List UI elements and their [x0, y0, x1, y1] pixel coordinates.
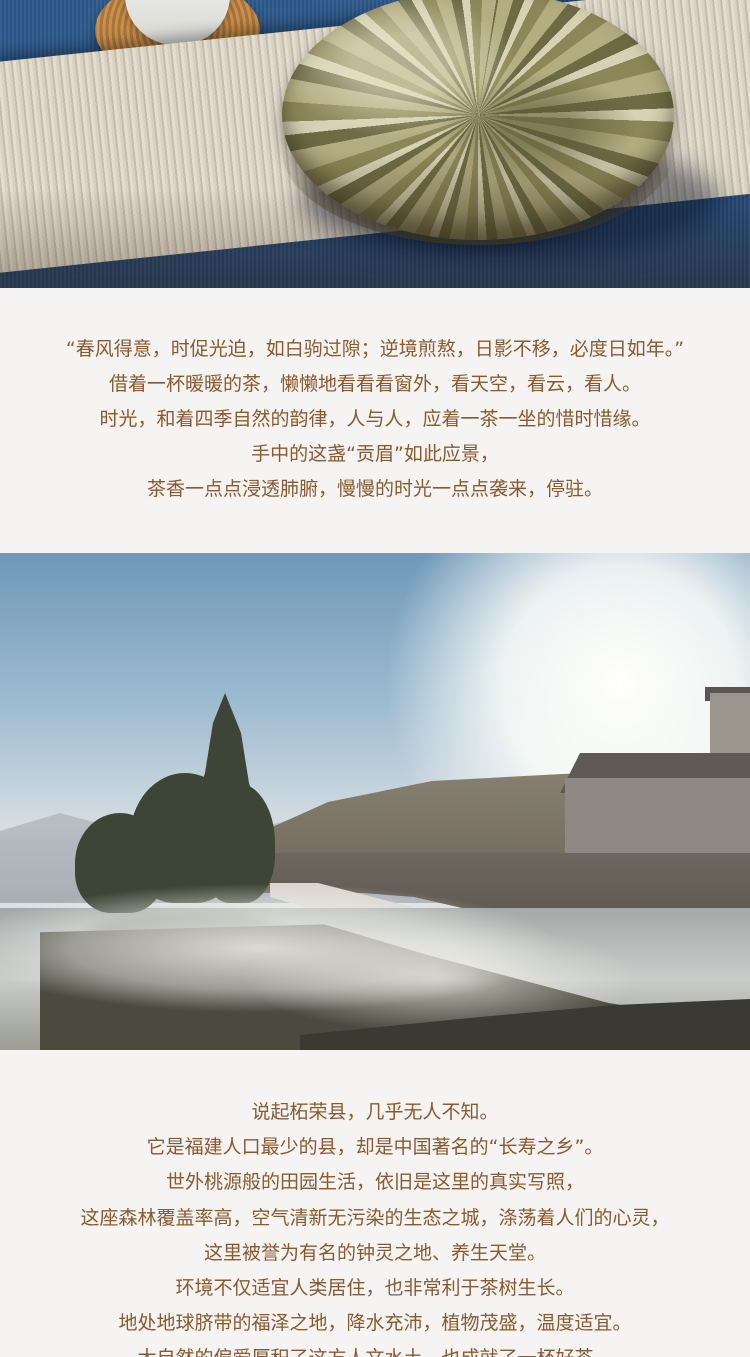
intro-line: 时光，和着四季自然的韵律，人与人，应着一茶一坐的惜时惜缘。 [99, 408, 651, 430]
intro-poem-block: “春风得意，时促光迫，如白驹过隙；逆境煎熬，日影不移，必度日如年。” 借着一杯暖… [0, 288, 750, 553]
house-wall [565, 778, 750, 863]
region-description-block: 说起柘荣县，几乎无人不知。 它是福建人口最少的县，却是中国著名的“长寿之乡”。 … [0, 1050, 750, 1357]
region-line: 大自然的偏爱厚积了这方人文水土，也成就了一杯好茶。 [0, 1341, 750, 1357]
region-line: 世外桃源般的田园生活，依旧是这里的真实写照， [165, 1171, 584, 1194]
region-line: 说起柘荣县，几乎无人不知。 [251, 1101, 499, 1123]
village-house [560, 687, 750, 863]
product-detail-page: “春风得意，时促光迫，如白驹过隙；逆境煎熬，日影不移，必度日如年。” 借着一杯暖… [0, 0, 750, 1357]
intro-line: 手中的这盏“贡眉”如此应景， [251, 443, 499, 465]
intro-line: 借着一杯暖暖的茶，懒懒地看看看窗外，看天空，看云，看人。 [108, 373, 641, 395]
misty-village-landscape-photo [0, 553, 750, 1050]
intro-line: “春风得意，时促光迫，如白驹过隙；逆境煎熬，日影不移，必度日如年。” [65, 338, 685, 360]
region-line: 这里被誉为有名的钟灵之地、养生天堂。 [203, 1241, 546, 1264]
intro-line: 茶香一点点浸透肺腑，慢慢的时光一点点袭来，停驻。 [146, 478, 603, 500]
tea-cake-photo [0, 0, 750, 288]
region-line: 环境不仅适宜人类居住，也非常利于茶树生长。 [175, 1277, 575, 1300]
region-line: 这座森林覆盖率高，空气清新无污染的生态之城，涤荡着人们的心灵， [80, 1206, 670, 1229]
region-line: 地处地球脐带的福泽之地，降水充沛，植物茂盛，温度适宜。 [118, 1312, 632, 1335]
region-line: 它是福建人口最少的县，却是中国著名的“长寿之乡”。 [146, 1136, 604, 1159]
